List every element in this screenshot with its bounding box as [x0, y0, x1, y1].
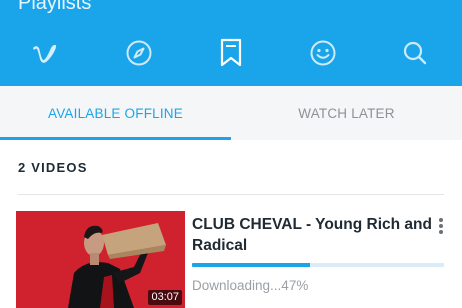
tab-bar: AVAILABLE OFFLINE WATCH LATER	[0, 86, 462, 140]
video-count-heading: 2 VIDEOS	[18, 160, 88, 175]
more-options-icon[interactable]	[434, 216, 448, 236]
video-title[interactable]: CLUB CHEVAL - Young Rich and Radical	[192, 214, 432, 256]
vimeo-logo-icon[interactable]	[28, 36, 62, 70]
download-status: Downloading...47%	[192, 278, 309, 293]
download-progress-fill	[192, 263, 311, 267]
smiley-icon[interactable]	[306, 36, 340, 70]
search-icon[interactable]	[398, 36, 432, 70]
video-duration: 03:07	[148, 290, 182, 305]
list-item[interactable]: 03:07 CLUB CHEVAL - Young Rich and Radic…	[16, 211, 462, 308]
page-title: Playlists	[18, 0, 92, 14]
download-progress-bar	[192, 263, 444, 267]
tab-watch-later[interactable]: WATCH LATER	[231, 86, 462, 140]
active-tab-indicator	[0, 137, 231, 140]
tab-available-offline[interactable]: AVAILABLE OFFLINE	[0, 86, 231, 140]
divider	[18, 194, 444, 195]
bookmark-icon[interactable]	[214, 36, 248, 70]
video-thumbnail[interactable]: 03:07	[16, 211, 185, 308]
app-bar: Playlists	[0, 0, 462, 86]
compass-icon[interactable]	[122, 36, 156, 70]
